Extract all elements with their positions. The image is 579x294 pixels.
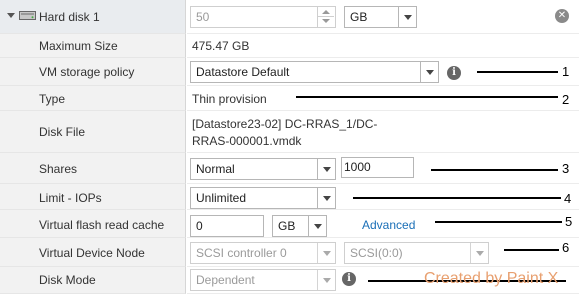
flash-cache-unit-value: GB bbox=[278, 219, 296, 233]
disk-file-label: Disk File bbox=[39, 125, 86, 139]
device-node-row: Virtual Device Node SCSI controller 0 SC… bbox=[0, 238, 579, 267]
disk-size-stepper[interactable] bbox=[317, 6, 334, 28]
disk-mode-label: Disk Mode bbox=[39, 273, 96, 287]
scsi-node-select[interactable]: SCSI(0:0) bbox=[344, 242, 489, 264]
disk-size-unit-select[interactable]: GB bbox=[344, 6, 417, 28]
annotation-line-1 bbox=[477, 71, 558, 73]
chevron-down-icon[interactable] bbox=[317, 159, 335, 179]
chevron-down-icon[interactable] bbox=[317, 243, 335, 263]
storage-policy-select[interactable]: Datastore Default bbox=[190, 61, 439, 83]
label-cell bbox=[0, 153, 186, 184]
disk-file-line1: [Datastore23-02] DC-RRAS_1/DC- bbox=[192, 117, 378, 131]
stepper-down-icon[interactable] bbox=[322, 19, 330, 23]
scsi-controller-select[interactable]: SCSI controller 0 bbox=[190, 242, 336, 264]
annotation-line-5 bbox=[435, 221, 562, 223]
type-value: Thin provision bbox=[192, 92, 267, 106]
limit-iops-value: Unlimited bbox=[196, 191, 247, 205]
storage-policy-label: VM storage policy bbox=[39, 65, 135, 79]
hard-disk-icon bbox=[19, 11, 36, 20]
disk-size-input[interactable]: 50 bbox=[190, 6, 336, 28]
limit-iops-label: Limit - IOPs bbox=[39, 191, 102, 205]
watermark-text: Created by Paint X bbox=[424, 270, 559, 287]
remove-icon[interactable]: ✕ bbox=[555, 9, 569, 23]
disk-file-row: Disk File [Datastore23-02] DC-RRAS_1/DC-… bbox=[0, 111, 579, 153]
disk-file-line2: RRAS-000001.vmdk bbox=[192, 134, 302, 148]
shares-number-input[interactable]: 1000 bbox=[341, 157, 414, 178]
max-size-value: 475.47 GB bbox=[192, 39, 250, 53]
annotation-number-5: 5 bbox=[565, 214, 573, 229]
flash-cache-value: 0 bbox=[196, 219, 203, 233]
shares-value: Normal bbox=[196, 162, 235, 176]
hard-disk-title: Hard disk 1 bbox=[39, 10, 100, 24]
info-icon[interactable]: i bbox=[342, 272, 356, 286]
annotation-number-2: 2 bbox=[562, 92, 570, 107]
annotation-number-3: 3 bbox=[562, 161, 570, 176]
limit-iops-select[interactable]: Unlimited bbox=[190, 187, 336, 209]
disk-mode-select[interactable]: Dependent bbox=[190, 269, 336, 291]
chevron-down-icon[interactable] bbox=[470, 243, 488, 263]
annotation-line-3 bbox=[431, 169, 558, 171]
chevron-down-icon[interactable] bbox=[317, 188, 335, 208]
disk-mode-value: Dependent bbox=[196, 273, 255, 287]
annotation-number-6: 6 bbox=[562, 240, 570, 255]
flash-cache-row: Virtual flash read cache 0 GB Advanced bbox=[0, 210, 579, 238]
chevron-down-icon[interactable] bbox=[420, 62, 438, 82]
flash-cache-unit-select[interactable]: GB bbox=[272, 215, 327, 237]
shares-select[interactable]: Normal bbox=[190, 158, 336, 180]
stepper-up-icon[interactable] bbox=[322, 10, 330, 14]
info-icon[interactable]: i bbox=[447, 66, 461, 80]
disk-size-value: 50 bbox=[196, 10, 210, 24]
max-size-row: Maximum Size 475.47 GB bbox=[0, 34, 579, 58]
label-cell bbox=[0, 86, 186, 111]
flash-cache-input[interactable]: 0 bbox=[190, 215, 264, 237]
annotation-number-4: 4 bbox=[564, 191, 572, 206]
chevron-down-icon[interactable] bbox=[308, 216, 326, 236]
flash-cache-label: Virtual flash read cache bbox=[39, 218, 165, 232]
type-row: Type Thin provision bbox=[0, 86, 579, 111]
advanced-link[interactable]: Advanced bbox=[362, 218, 415, 232]
chevron-down-icon[interactable] bbox=[317, 270, 335, 290]
annotation-line-4 bbox=[353, 197, 561, 199]
triangle-down-icon[interactable] bbox=[7, 13, 15, 18]
disk-size-unit-value: GB bbox=[350, 10, 368, 24]
hard-disk-settings-panel: Hard disk 1 50 GB ✕ Maximum Size 475.47 … bbox=[0, 0, 579, 294]
annotation-line-6 bbox=[504, 249, 559, 251]
label-cell bbox=[0, 111, 186, 153]
storage-policy-value: Datastore Default bbox=[196, 65, 290, 79]
chevron-down-icon[interactable] bbox=[398, 7, 416, 27]
shares-number-value: 1000 bbox=[344, 160, 371, 174]
scsi-node-value: SCSI(0:0) bbox=[350, 246, 403, 260]
device-node-label: Virtual Device Node bbox=[39, 246, 145, 260]
type-label: Type bbox=[39, 92, 66, 106]
scsi-controller-value: SCSI controller 0 bbox=[196, 246, 287, 260]
shares-label: Shares bbox=[39, 162, 78, 176]
hard-disk-row: Hard disk 1 50 GB ✕ bbox=[0, 0, 579, 34]
max-size-label: Maximum Size bbox=[39, 39, 118, 53]
annotation-line-2 bbox=[296, 96, 558, 98]
annotation-number-1: 1 bbox=[562, 64, 570, 79]
